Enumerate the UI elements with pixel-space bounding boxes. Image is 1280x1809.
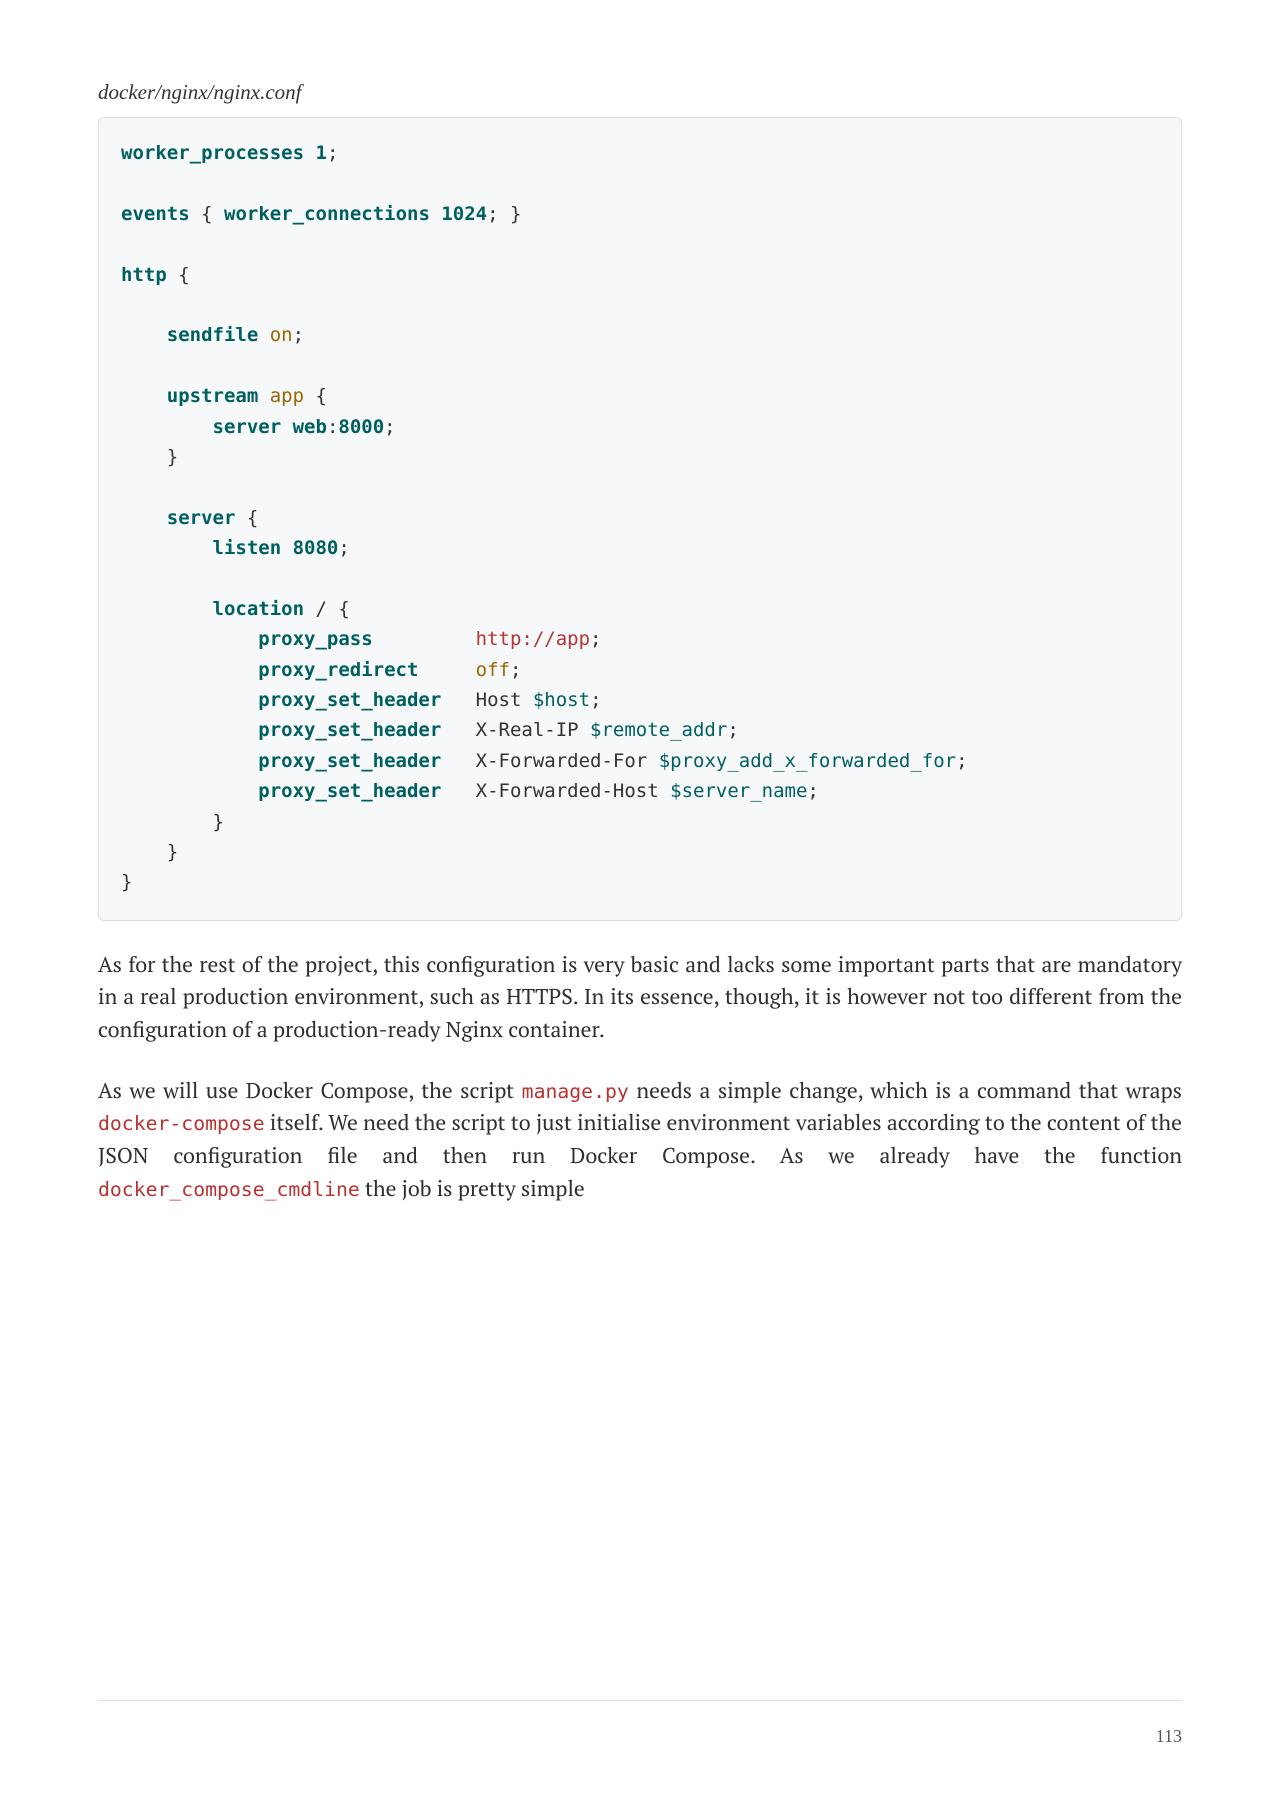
code-token: ; <box>293 324 304 346</box>
text-run: As we will use Docker Compose, the scrip… <box>98 1077 522 1105</box>
code-token: { <box>338 598 349 620</box>
code-token: ; <box>727 719 738 741</box>
code-token: http <box>121 264 167 286</box>
code-token: X-Forwarded-For <box>476 750 648 772</box>
code-token: web <box>293 416 327 438</box>
code-token: ; <box>384 416 395 438</box>
text-run: the job is pretty simple <box>360 1175 585 1203</box>
code-token: app <box>270 385 304 407</box>
inline-code-cmdline: docker_compose_cmdline <box>98 1178 360 1201</box>
code-token: X-Forwarded-Host <box>476 780 659 802</box>
code-token: } <box>167 446 178 468</box>
code-token: } <box>510 203 521 225</box>
code-token: upstream <box>167 385 259 407</box>
code-token: 8000 <box>338 416 384 438</box>
page-content: docker/nginx/nginx.conf worker_processes… <box>0 0 1280 1205</box>
code-token: ; <box>590 628 601 650</box>
code-token: 8080 <box>293 537 339 559</box>
code-token: $server_name <box>670 780 807 802</box>
code-token: events <box>121 203 190 225</box>
footer-divider <box>98 1700 1182 1701</box>
code-token: worker_processes <box>121 142 304 164</box>
code-token: ; <box>338 537 349 559</box>
code-token: proxy_pass <box>258 628 372 650</box>
code-token: / <box>315 598 326 620</box>
code-token: ; <box>956 750 967 772</box>
code-token: off <box>476 659 510 681</box>
code-token: { <box>316 385 327 407</box>
code-token: $host <box>533 689 590 711</box>
code-token: X-Real-IP <box>476 719 579 741</box>
code-token: location <box>213 598 305 620</box>
code-token: 1 <box>315 142 326 164</box>
code-token: proxy_redirect <box>258 659 418 681</box>
code-token: on <box>270 324 293 346</box>
code-token: sendfile <box>167 324 259 346</box>
code-token: } <box>121 871 132 893</box>
code-token: ; <box>327 142 338 164</box>
code-token: } <box>213 811 224 833</box>
paragraph-2: As we will use Docker Compose, the scrip… <box>98 1075 1182 1206</box>
code-token: proxy_set_header <box>258 780 441 802</box>
file-path-label: docker/nginx/nginx.conf <box>98 80 1182 105</box>
page-number: 113 <box>1156 1726 1182 1747</box>
code-token: ; <box>487 203 498 225</box>
inline-code-dockercompose: docker-compose <box>98 1112 265 1135</box>
code-token: ; <box>510 659 521 681</box>
code-token: ; <box>807 780 818 802</box>
code-token: { <box>201 203 212 225</box>
inline-code-managepy: manage.py <box>522 1080 629 1103</box>
code-token: $proxy_add_x_forwarded_for <box>659 750 956 772</box>
text-run: needs a simple change, which is a comman… <box>629 1077 1182 1105</box>
code-token: http://app <box>476 628 590 650</box>
code-token: worker_connections <box>224 203 430 225</box>
code-token: : <box>327 416 338 438</box>
code-token: Host <box>476 689 522 711</box>
code-token: 1024 <box>441 203 487 225</box>
code-token: ; <box>590 689 601 711</box>
code-token: server <box>213 416 282 438</box>
code-token: { <box>178 264 189 286</box>
code-token: listen <box>213 537 282 559</box>
code-token: } <box>167 841 178 863</box>
code-token: { <box>247 507 258 529</box>
code-token: proxy_set_header <box>258 689 441 711</box>
code-token: proxy_set_header <box>258 750 441 772</box>
code-token: $remote_addr <box>590 719 727 741</box>
paragraph-1: As for the rest of the project, this con… <box>98 949 1182 1047</box>
code-block: worker_processes 1; events { worker_conn… <box>98 117 1182 921</box>
code-token: proxy_set_header <box>258 719 441 741</box>
code-token: server <box>167 507 236 529</box>
